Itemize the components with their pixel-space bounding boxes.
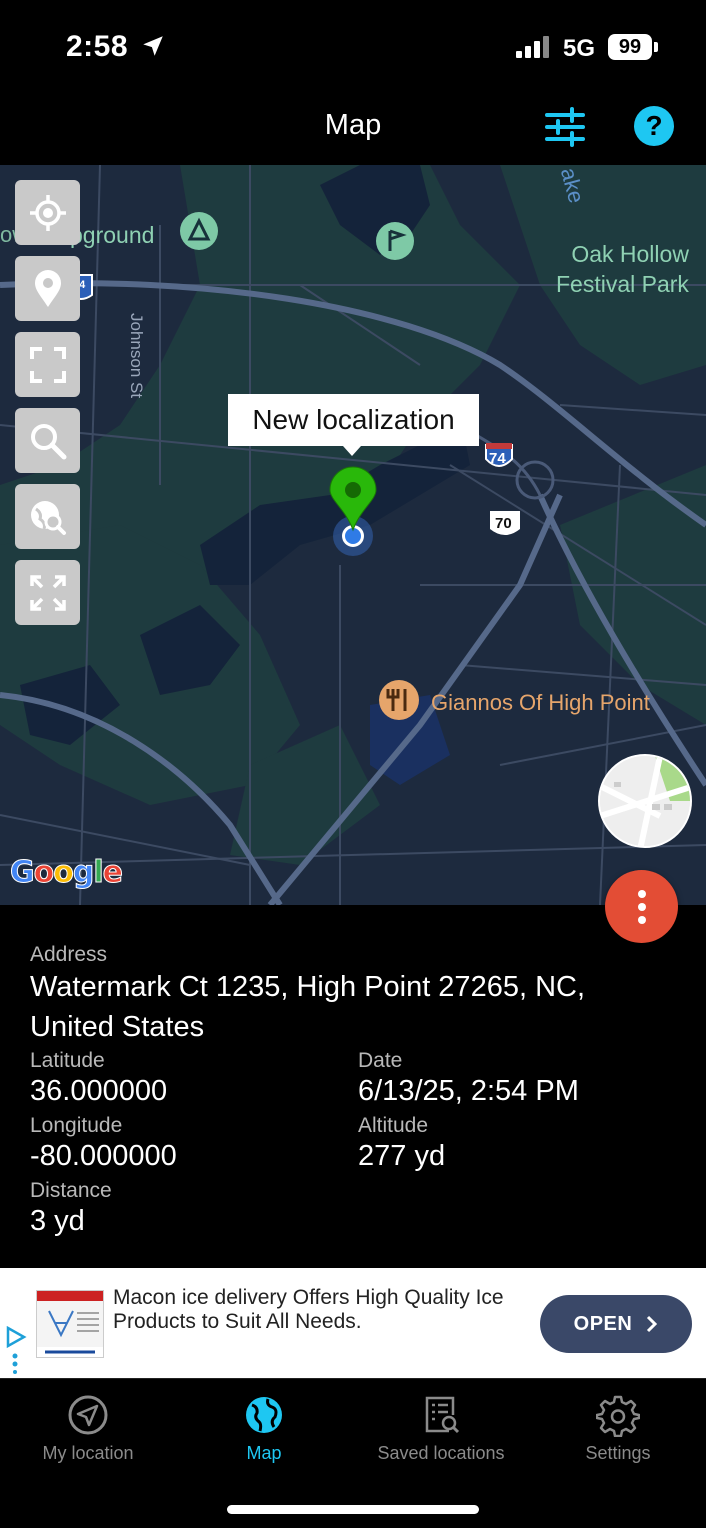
search-tool[interactable] [15, 408, 80, 473]
ad-image[interactable] [36, 1290, 104, 1358]
map-view[interactable]: ow pground Oak Hollow Festival Park John… [0, 165, 706, 905]
tab-label: My location [42, 1443, 134, 1463]
adchoices-icon[interactable] [5, 1326, 27, 1374]
tab-saved-locations[interactable]: Saved locations [353, 1393, 529, 1464]
date-value: 6/13/25, 2:54 PM [358, 1075, 579, 1107]
tab-label: Settings [585, 1443, 651, 1463]
help-button[interactable]: ? [634, 106, 674, 146]
park-label: Oak Hollow Festival Park [556, 241, 689, 297]
ad-banner[interactable]: Macon ice delivery Offers High Quality I… [0, 1268, 706, 1378]
longitude-label: Longitude [30, 1114, 123, 1137]
date-label: Date [358, 1049, 403, 1072]
status-time: 2:58 [66, 30, 129, 63]
callout-tail [343, 446, 361, 456]
chevron-right-icon [647, 1315, 658, 1333]
expand-arrows-icon [29, 574, 66, 611]
google-logo: Google [10, 855, 124, 891]
crosshair-icon [29, 194, 66, 231]
signal-icon [516, 36, 549, 58]
battery-tip [654, 42, 658, 52]
map-pin-icon [34, 269, 61, 307]
filter-button[interactable] [544, 107, 586, 147]
gear-icon [596, 1395, 640, 1437]
address-value: Watermark Ct 1235, High Point 27265, NC,… [30, 971, 586, 1043]
ad-open-label: OPEN [573, 1312, 633, 1335]
app-header: Map ? [0, 95, 706, 165]
globe-search-tool[interactable] [15, 484, 80, 549]
my-location-tool[interactable] [15, 180, 80, 245]
dot [637, 889, 646, 898]
search-icon [30, 423, 66, 459]
route-74-label: 74 [489, 450, 506, 467]
new-localization-callout[interactable]: New localization [228, 394, 479, 446]
page-title: Map [324, 109, 382, 141]
map-type-toggle[interactable] [598, 754, 692, 848]
route-70-label: 70 [495, 515, 512, 532]
restaurant-label: Giannos Of High Point [431, 690, 650, 715]
map-thumbnail-icon [600, 756, 690, 846]
sliders-icon [545, 107, 585, 147]
globe-search-icon [30, 500, 66, 535]
latitude-value: 36.000000 [30, 1075, 168, 1107]
saved-list-icon [425, 1396, 460, 1434]
home-indicator[interactable] [227, 1505, 479, 1514]
tab-label: Saved locations [377, 1443, 505, 1463]
longitude-value: -80.000000 [30, 1140, 177, 1172]
address-label: Address [30, 943, 108, 966]
expand-tool[interactable] [15, 560, 80, 625]
ad-text[interactable]: Macon ice delivery Offers High Quality I… [113, 1286, 523, 1334]
latitude-label: Latitude [30, 1049, 105, 1072]
ad-open-button[interactable]: OPEN [540, 1295, 692, 1353]
tab-map[interactable]: Map [176, 1393, 352, 1464]
battery-icon: 99 [608, 34, 652, 60]
tab-my-location[interactable]: My location [0, 1393, 176, 1464]
tab-label: Map [246, 1443, 282, 1463]
location-info-panel: Address Watermark Ct 1235, High Point 27… [0, 905, 706, 1267]
status-bar: 2:58 5G 99 [0, 0, 706, 95]
pin-tool[interactable] [15, 256, 80, 321]
network-type: 5G [563, 35, 596, 62]
street-label: Johnson St [127, 313, 146, 399]
tab-settings[interactable]: Settings [530, 1393, 706, 1464]
altitude-value: 277 yd [358, 1140, 446, 1172]
frame-corners-icon [29, 346, 66, 383]
distance-label: Distance [30, 1179, 112, 1202]
distance-value: 3 yd [30, 1205, 85, 1237]
navigation-arrow-icon [68, 1395, 108, 1435]
ad-logo-icon [37, 1291, 103, 1357]
campground-label: pground [70, 222, 155, 248]
globe-icon [246, 1397, 282, 1433]
altitude-label: Altitude [358, 1114, 429, 1137]
frame-tool[interactable] [15, 332, 80, 397]
location-arrow-icon [143, 36, 163, 56]
